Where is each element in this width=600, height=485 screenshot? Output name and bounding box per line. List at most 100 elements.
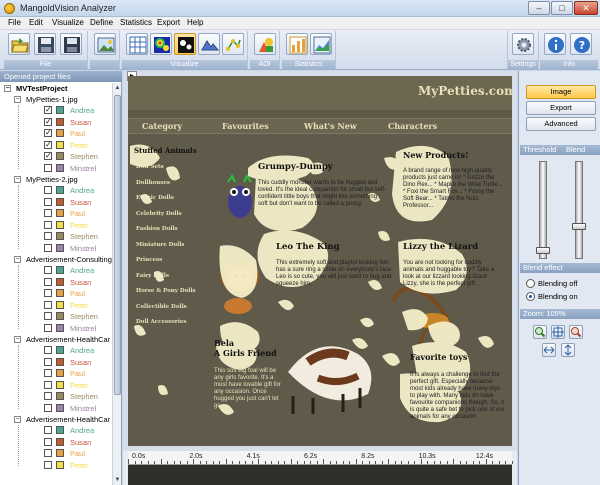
export-button[interactable]: Export	[526, 101, 596, 115]
help-button[interactable]: ?	[570, 33, 592, 55]
scanpath-button[interactable]	[222, 33, 244, 55]
participant-checkbox[interactable]	[44, 266, 52, 274]
participant-checkbox[interactable]	[44, 150, 52, 161]
participant-name: Andrea	[70, 106, 95, 115]
participant-checkbox[interactable]	[44, 220, 52, 229]
menu-file[interactable]: File	[8, 18, 21, 27]
blending-on-radio[interactable]	[526, 292, 535, 301]
image-button[interactable]: Image	[526, 85, 596, 99]
paragraph-favorite-toys: It is always a challenge to find the per…	[410, 372, 505, 420]
collapse-icon[interactable]: −	[14, 256, 21, 263]
blend-slider-track[interactable]	[575, 161, 583, 259]
tree-scrollbar[interactable]: ▲ ▼	[112, 83, 121, 485]
settings-button[interactable]	[512, 33, 534, 55]
save-button[interactable]	[34, 33, 56, 55]
grid-view-button[interactable]	[126, 33, 148, 55]
participant-checkbox[interactable]	[44, 186, 52, 194]
participant-checkbox[interactable]	[44, 116, 52, 127]
menu-define[interactable]: Define	[90, 18, 113, 27]
landscape-button[interactable]	[198, 33, 220, 55]
save-as-button[interactable]	[60, 33, 82, 55]
ruler-tick	[323, 459, 324, 464]
minimize-button[interactable]: –	[528, 1, 550, 15]
close-button[interactable]: ✕	[574, 1, 598, 15]
participant-checkbox[interactable]	[44, 312, 52, 320]
participant-color-swatch	[56, 289, 64, 297]
ruler-tick-label: 8.2s	[361, 453, 375, 460]
blending-off-label[interactable]: Blending off	[538, 279, 577, 288]
participant-checkbox[interactable]	[44, 380, 52, 389]
participant-checkbox[interactable]	[44, 232, 52, 240]
participant-name: Paul	[70, 209, 86, 218]
zoom-in-button[interactable]	[533, 325, 547, 339]
menu-export[interactable]: Export	[157, 18, 180, 27]
toolbar-group-label: Info	[540, 60, 598, 69]
ruler-tick	[329, 461, 331, 464]
blending-off-radio[interactable]	[526, 279, 535, 288]
toolbar-group-label: Settings	[508, 60, 538, 69]
info-button[interactable]	[544, 33, 566, 55]
participant-checkbox[interactable]	[44, 392, 52, 400]
collapse-icon[interactable]: −	[14, 96, 21, 103]
participant-checkbox[interactable]	[44, 369, 52, 377]
menu-statistics[interactable]: Statistics	[120, 18, 152, 27]
paragraph-leo: This extremely soft and playful looking …	[276, 260, 393, 287]
timeline[interactable]: 0.0s 2.0s 4.1s 6.2s 8.2s 10.3s 12.4s	[123, 451, 517, 485]
expand-icon[interactable]: −	[4, 85, 11, 92]
participant-checkbox[interactable]	[44, 104, 52, 115]
collapse-icon[interactable]: −	[14, 176, 21, 183]
participant-checkbox[interactable]	[44, 323, 52, 332]
participant-color-swatch	[56, 369, 64, 377]
blending-on-label[interactable]: Blending on	[538, 292, 578, 301]
participant-checkbox[interactable]	[44, 197, 52, 206]
menu-edit[interactable]: Edit	[29, 18, 43, 27]
collapse-icon[interactable]: −	[14, 416, 21, 423]
maximize-button[interactable]: □	[551, 1, 573, 15]
participant-checkbox[interactable]	[44, 209, 52, 217]
bar-chart-button[interactable]	[286, 33, 308, 55]
paragraph-grumpy: This cuddly monster wants to be hugged a…	[258, 180, 386, 207]
timeline-track[interactable]	[128, 465, 512, 485]
ruler-tick	[362, 461, 363, 464]
menu-help[interactable]: Help	[187, 18, 203, 27]
scroll-down-arrow-icon[interactable]: ▼	[113, 475, 122, 485]
spotlight-button[interactable]	[174, 33, 196, 55]
time-ruler[interactable]: 0.0s 2.0s 4.1s 6.2s 8.2s 10.3s 12.4s	[128, 451, 513, 465]
ruler-tick	[186, 461, 188, 464]
line-chart-button[interactable]	[310, 33, 332, 55]
tree-connector	[18, 185, 19, 249]
participant-checkbox[interactable]	[44, 289, 52, 297]
participant-checkbox[interactable]	[44, 243, 52, 252]
participant-checkbox[interactable]	[44, 449, 52, 457]
participant-checkbox[interactable]	[44, 139, 52, 150]
participant-checkbox[interactable]	[44, 460, 52, 469]
participant-checkbox[interactable]	[44, 346, 52, 354]
picture-button[interactable]	[94, 33, 116, 55]
heatmap-button[interactable]	[150, 33, 172, 55]
fit-height-button[interactable]	[561, 343, 575, 357]
zoom-out-button[interactable]	[569, 325, 583, 339]
blend-slider-handle[interactable]	[572, 223, 586, 230]
threshold-slider-track[interactable]	[539, 161, 547, 259]
participant-checkbox[interactable]	[44, 300, 52, 309]
participant-color-swatch	[56, 232, 64, 240]
participant-checkbox[interactable]	[44, 357, 52, 366]
fit-width-button[interactable]	[542, 343, 556, 357]
participant-checkbox[interactable]	[44, 163, 52, 172]
scroll-up-arrow-icon[interactable]: ▲	[113, 83, 122, 93]
threshold-slider-handle[interactable]	[536, 247, 550, 254]
stimulus-image[interactable]: MyPetties.com Category Favourites What's…	[128, 76, 512, 446]
participant-checkbox[interactable]	[44, 127, 52, 138]
participant-checkbox[interactable]	[44, 277, 52, 286]
zoom-fit-button[interactable]	[551, 325, 565, 339]
scroll-thumb[interactable]	[114, 95, 121, 395]
open-folder-button[interactable]	[8, 33, 30, 55]
app-logo-icon	[4, 3, 15, 14]
menu-visualize[interactable]: Visualize	[52, 18, 84, 27]
aoi-button[interactable]	[254, 33, 276, 55]
participant-checkbox[interactable]	[44, 403, 52, 412]
participant-checkbox[interactable]	[44, 426, 52, 434]
collapse-icon[interactable]: −	[14, 336, 21, 343]
participant-checkbox[interactable]	[44, 437, 52, 446]
advanced-button[interactable]: Advanced	[526, 117, 596, 131]
